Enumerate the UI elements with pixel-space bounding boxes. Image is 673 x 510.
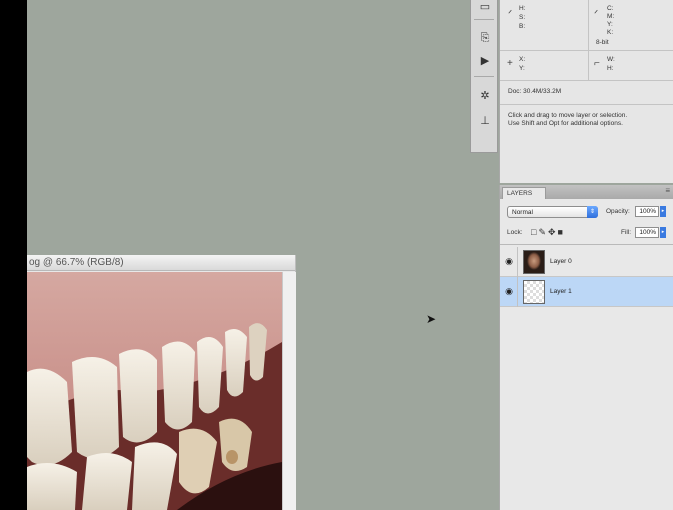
info-b-label: B: [519, 23, 526, 30]
layer-row-layer-1[interactable]: ◉ Layer 1 [500, 277, 673, 307]
blend-mode-select[interactable]: Normal ⇕ [507, 206, 598, 218]
info-bit-depth: 8-bit [596, 39, 609, 46]
opacity-field[interactable]: 100% [635, 206, 659, 217]
blend-mode-value: Normal [512, 209, 533, 216]
teeth-photo [27, 272, 282, 510]
fill-label: Fill: [621, 229, 632, 236]
strip-divider [474, 76, 494, 77]
info-c-label: C: [607, 5, 614, 12]
info-w-label: W: [607, 56, 615, 63]
info-y-coord-label: Y: [519, 65, 525, 72]
info-hint-area: Click and drag to move layer or selectio… [500, 104, 673, 183]
info-hint-line-1: Click and drag to move layer or selectio… [508, 112, 628, 119]
info-s-label: S: [519, 14, 526, 21]
info-divider [588, 50, 589, 80]
layer-name[interactable]: Layer 0 [550, 258, 572, 265]
lock-all-icon[interactable]: ■ [558, 227, 565, 237]
strip-divider [474, 19, 494, 20]
eyedropper-icon: ᐟ [508, 9, 513, 20]
opacity-dropdown-arrow[interactable]: ▸ [660, 206, 666, 217]
actions-icon[interactable]: ▶ [477, 55, 493, 67]
eye-icon[interactable]: ◉ [503, 286, 515, 297]
info-color-readout: ᐟ H: S: B: ᐟ C: M: Y: K: 8-bit [500, 0, 673, 51]
layers-panel: LAYERS ≡ Normal ⇕ Opacity: 100% ▸ Lock: … [499, 185, 673, 510]
layer-thumbnail [523, 280, 545, 304]
info-m-label: M: [607, 13, 615, 20]
history-icon[interactable]: ⎘ [477, 32, 493, 44]
lock-move-icon[interactable]: ✥ [548, 227, 558, 237]
eyedropper-icon: ᐟ [594, 9, 599, 20]
fill-dropdown-arrow[interactable]: ▸ [660, 227, 666, 238]
layer-thumbnail [523, 250, 545, 274]
info-position-readout: + X: Y: ⌐ W: H: [500, 50, 673, 81]
bounding-box-icon: ⌐ [594, 58, 600, 69]
info-doc-size-row: Doc: 30.4M/33.2M [500, 80, 673, 105]
eye-icon[interactable]: ◉ [503, 256, 515, 267]
panel-menu-icon[interactable]: ≡ [665, 186, 670, 195]
ruler-icon[interactable]: ▭ [477, 1, 493, 13]
layer-row-layer-0[interactable]: ◉ Layer 0 [500, 247, 673, 277]
clone-source-icon[interactable]: ⊥ [477, 115, 493, 127]
document-canvas[interactable] [27, 272, 282, 510]
info-doc-size: Doc: 30.4M/33.2M [508, 88, 562, 95]
layers-tab-bar: LAYERS ≡ [500, 185, 673, 199]
lock-label: Lock: [507, 229, 523, 236]
fill-field[interactable]: 100% [635, 227, 659, 238]
layers-divider [500, 244, 673, 245]
lock-brush-icon[interactable]: ✎ [538, 227, 548, 237]
info-x-label: X: [519, 56, 526, 63]
eye-column-divider [517, 247, 518, 277]
select-arrows-icon: ⇕ [587, 206, 598, 218]
lock-options: □✎✥■ [531, 227, 565, 238]
panel-icon-strip: ▭ ⎘ ▶ ✲ ⊥ [470, 0, 498, 153]
crosshair-icon: + [507, 58, 513, 69]
document-vertical-scrollbar[interactable] [282, 272, 296, 510]
info-hint-line-2: Use Shift and Opt for additional options… [508, 120, 623, 127]
info-k-label: K: [607, 29, 614, 36]
eye-column-divider [517, 277, 518, 307]
tab-layers[interactable]: LAYERS [502, 187, 546, 199]
info-panel: ᐟ H: S: B: ᐟ C: M: Y: K: 8-bit + X: Y: ⌐… [499, 0, 673, 183]
document-title-bar[interactable]: og @ 66.7% (RGB/8) [27, 255, 295, 271]
opacity-label: Opacity: [606, 208, 630, 215]
info-divider [588, 0, 589, 50]
info-h-label: H: [519, 5, 526, 12]
info-y-label: Y: [607, 21, 613, 28]
mouse-cursor-icon: ➤ [426, 312, 437, 326]
info-h-size-label: H: [607, 65, 614, 72]
brush-icon[interactable]: ✲ [477, 90, 493, 102]
document-window[interactable]: og @ 66.7% (RGB/8) [27, 255, 296, 510]
layer-name[interactable]: Layer 1 [550, 288, 572, 295]
